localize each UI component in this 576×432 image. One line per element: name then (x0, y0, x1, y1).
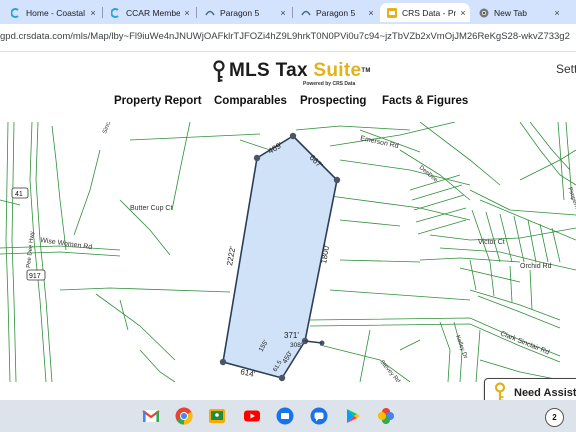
tab-label: CCAR Member (126, 7, 180, 18)
tab-divider (102, 7, 103, 18)
logo-subtitle: Powered by CRS Data (303, 81, 356, 87)
play-store-icon[interactable] (344, 407, 362, 425)
youtube-icon[interactable] (243, 407, 261, 425)
road-label-victor: Victor Ct (478, 239, 505, 246)
tab-paragon-2[interactable]: Paragon 5 × (294, 3, 378, 22)
close-icon[interactable]: × (456, 8, 470, 18)
messages-icon[interactable] (310, 407, 328, 425)
hwy-917-label: 917 (29, 273, 41, 280)
vertex-marker[interactable] (289, 132, 297, 140)
url-text[interactable]: gpd.crsdata.com/mls/Map/lby~Fl9iuWe4nJNU… (0, 31, 570, 42)
tab-divider (196, 7, 197, 18)
tab-paragon-1[interactable]: Paragon 5 × (198, 3, 290, 22)
map-canvas[interactable]: 469' 667' 2222' 1800' 371' 308' 614' 155… (0, 122, 576, 382)
mls-tax-suite-logo[interactable]: MLS Tax SuiteTM Powered by CRS Data (212, 60, 371, 88)
road-label-butter-cup: Butter Cup Ct (130, 205, 172, 212)
vertex-marker[interactable] (278, 374, 286, 382)
hwy-917-shield: 917 (26, 269, 46, 281)
vertex-marker[interactable] (333, 176, 341, 184)
logo-main-text: MLS Tax (229, 60, 314, 81)
tab-label: Home - Coastal (26, 7, 86, 18)
nav-facts-figures[interactable]: Facts & Figures (382, 95, 468, 107)
logo-trademark: TM (361, 68, 371, 74)
classroom-icon[interactable] (208, 407, 226, 425)
parcel-map[interactable]: 469' 667' 2222' 1800' 371' 308' 614' 155… (0, 122, 576, 382)
tab-label: Paragon 5 (316, 7, 356, 18)
nav-comparables[interactable]: Comparables (214, 95, 287, 107)
site-header: MLS Tax SuiteTM Powered by CRS Data Sett… (0, 52, 576, 122)
tab-label: CRS Data - Prop (402, 7, 456, 18)
hwy-41-label: 41 (15, 191, 23, 198)
tab-crs-data[interactable]: CRS Data - Prop × (380, 3, 470, 22)
hwy-41-shield: 41 (11, 187, 29, 199)
vertex-marker[interactable] (253, 154, 261, 162)
dim-bottom-right-a: 371' (284, 331, 299, 340)
tab-label: New Tab (494, 7, 527, 18)
nav-prospecting[interactable]: Prospecting (300, 95, 366, 107)
tab-label: Paragon 5 (220, 7, 260, 18)
os-shelf (0, 400, 576, 432)
paragon-logo-icon (205, 10, 215, 15)
key-icon (213, 60, 225, 82)
road-label-orchid: Orchid Rd (520, 263, 552, 270)
nav-property-report[interactable]: Property Report (114, 95, 202, 107)
address-bar: gpd.crsdata.com/mls/Map/lby~Fl9iuWe4nJNU… (0, 24, 576, 52)
chrome-icon[interactable] (175, 407, 193, 425)
close-icon[interactable]: × (550, 8, 564, 18)
notification-badge[interactable]: 2 (545, 408, 564, 427)
tab-ccar-member[interactable]: CCAR Member × (104, 3, 194, 22)
files-icon[interactable] (276, 407, 294, 425)
vertex-marker[interactable] (219, 358, 227, 366)
photos-icon[interactable] (377, 407, 395, 425)
chrome-icon (479, 8, 489, 17)
tab-home-coastal[interactable]: Home - Coastal × (4, 3, 100, 22)
logo-title: MLS Tax SuiteTM (229, 60, 371, 82)
coastal-logo-icon (11, 7, 19, 18)
dim-bottom-right-b: 308' (290, 342, 302, 349)
tab-divider (292, 7, 293, 18)
tab-new-tab[interactable]: New Tab × (472, 3, 564, 22)
close-icon[interactable]: × (180, 8, 194, 18)
ccar-logo-icon (111, 7, 119, 18)
tab-strip: Home - Coastal × CCAR Member × Paragon 5… (0, 0, 576, 24)
gmail-icon[interactable] (142, 407, 160, 425)
crs-logo-icon (387, 7, 397, 18)
settings-link[interactable]: Sett (556, 62, 576, 76)
need-assistance-label: Need Assista (514, 387, 576, 399)
paragon-logo-icon (301, 10, 311, 15)
logo-accent-text: Suite (313, 60, 362, 81)
close-icon[interactable]: × (364, 8, 378, 18)
close-icon[interactable]: × (276, 8, 290, 18)
close-icon[interactable]: × (86, 8, 100, 18)
